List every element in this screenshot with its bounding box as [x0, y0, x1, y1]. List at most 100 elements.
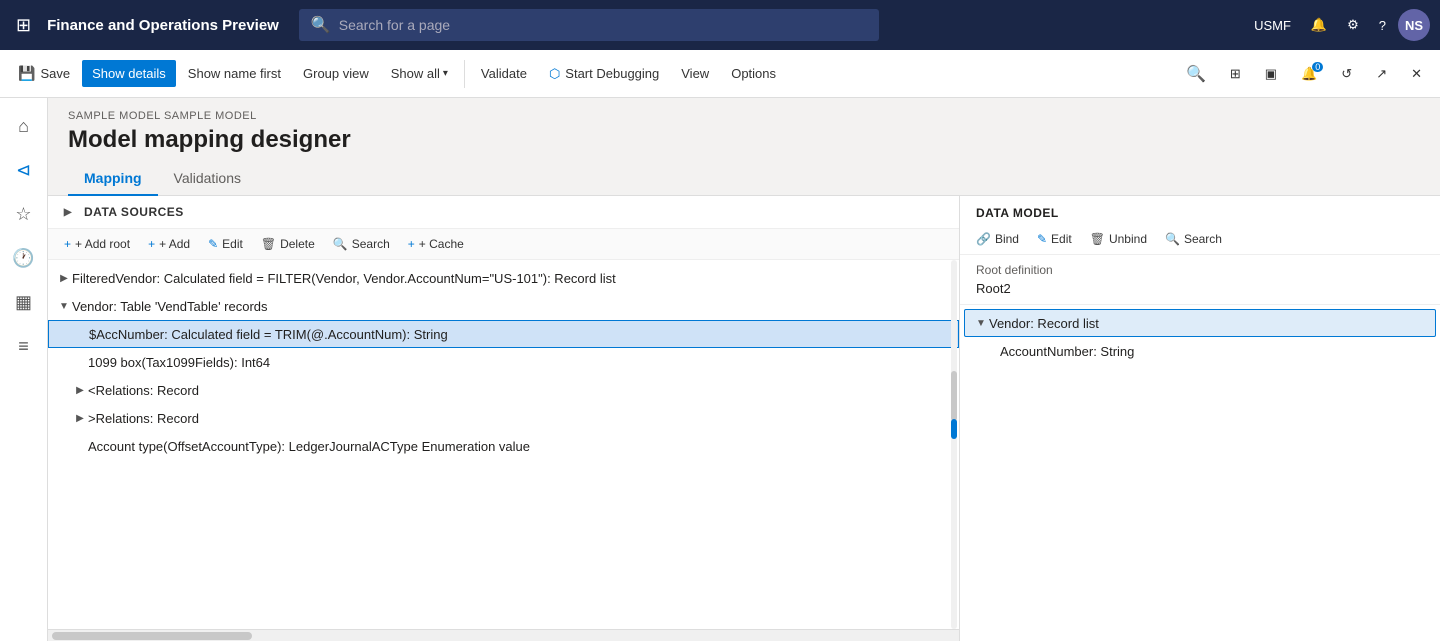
main-layout: ⌂ ⊲ ☆ 🕐 ▦ ≡ SAMPLE MODEL SAMPLE MODEL Mo…: [0, 98, 1440, 641]
nav-right: USMF 🔔 ⚙ ? NS: [1246, 9, 1430, 41]
dm-search-icon: 🔍: [1165, 232, 1180, 246]
data-sources-header: ▶ DATA SOURCES: [48, 196, 959, 229]
cache-icon: +: [408, 237, 415, 251]
add-button[interactable]: + + Add: [140, 233, 198, 255]
delete-icon: 🗑: [261, 237, 276, 251]
tree-item-relations-less[interactable]: ▶ <Relations: Record: [48, 376, 959, 404]
data-sources-toolbar: + + Add root + + Add ✎ Edit 🗑 Delete: [48, 229, 959, 260]
toolbar-external-link-icon[interactable]: ↗: [1366, 60, 1397, 88]
nav-search-icon: 🔍: [311, 15, 331, 35]
chevron-down-icon: ▾: [443, 68, 448, 79]
vendor-text: Vendor: Table 'VendTable' records: [72, 299, 951, 314]
validate-button[interactable]: Validate: [471, 60, 537, 87]
bind-icon: 🔗: [976, 232, 991, 246]
horizontal-scrollbar[interactable]: [48, 629, 959, 641]
sidebar-home-icon[interactable]: ⌂: [4, 106, 44, 146]
vertical-scrollbar[interactable]: [951, 260, 957, 629]
help-icon[interactable]: ?: [1371, 12, 1394, 39]
dm-toggle-vendor[interactable]: ▼: [973, 315, 989, 331]
cache-button[interactable]: + + Cache: [400, 233, 472, 255]
delete-button[interactable]: 🗑 Delete: [253, 233, 323, 255]
save-button[interactable]: 💾 Save: [8, 59, 80, 88]
data-model-panel: DATA MODEL 🔗 Bind ✎ Edit 🗑 Unbind: [960, 196, 1440, 641]
dm-edit-button[interactable]: ✎ Edit: [1029, 228, 1080, 250]
left-sidebar: ⌂ ⊲ ☆ 🕐 ▦ ≡: [0, 98, 48, 641]
nav-search-box[interactable]: 🔍: [299, 9, 879, 41]
relations-greater-text: >Relations: Record: [88, 411, 951, 426]
sidebar-recent-icon[interactable]: 🕐: [4, 238, 44, 278]
toolbar-badge-icon[interactable]: 🔔 0: [1291, 60, 1327, 88]
show-all-label: Show all: [391, 66, 440, 81]
toolbar-side-icon[interactable]: ▣: [1255, 60, 1287, 88]
show-name-first-button[interactable]: Show name first: [178, 60, 291, 87]
data-model-tree[interactable]: ▼ Vendor: Record list AccountNumber: Str…: [960, 305, 1440, 641]
user-initials: NS: [1405, 18, 1423, 33]
nav-search-input[interactable]: [339, 17, 867, 33]
toggle-filtered-vendor[interactable]: ▶: [56, 270, 72, 286]
grid-icon[interactable]: ⊞: [10, 9, 37, 42]
bind-button[interactable]: 🔗 Bind: [968, 228, 1027, 250]
toggle-vendor[interactable]: ▼: [56, 298, 72, 314]
search-button[interactable]: 🔍 Search: [325, 233, 398, 255]
edit-button[interactable]: ✎ Edit: [200, 233, 251, 255]
settings-icon[interactable]: ⚙: [1339, 11, 1367, 39]
scroll-thumb: [951, 371, 957, 421]
top-navigation: ⊞ Finance and Operations Preview 🔍 USMF …: [0, 0, 1440, 50]
add-root-icon: +: [64, 237, 71, 251]
toolbar-grid-icon[interactable]: ⊞: [1220, 60, 1251, 88]
app-title: Finance and Operations Preview: [47, 17, 279, 34]
toggle-relations-less[interactable]: ▶: [72, 382, 88, 398]
save-label: Save: [40, 66, 70, 81]
page-title: Model mapping designer: [68, 126, 1420, 154]
data-sources-tree[interactable]: ▶ FilteredVendor: Calculated field = FIL…: [48, 260, 959, 629]
add-root-button[interactable]: + + Add root: [56, 233, 138, 255]
edit-icon: ✎: [208, 237, 218, 251]
options-button[interactable]: Options: [721, 60, 786, 87]
notification-icon[interactable]: 🔔: [1303, 11, 1335, 39]
start-debugging-button[interactable]: ⬡ Start Debugging: [539, 60, 669, 88]
tab-validations[interactable]: Validations: [158, 162, 257, 196]
tree-item-tax1099[interactable]: 1099 box(Tax1099Fields): Int64: [48, 348, 959, 376]
panel-collapse-button[interactable]: ▶: [60, 204, 76, 220]
group-view-button[interactable]: Group view: [293, 60, 379, 87]
panels-container: ▶ DATA SOURCES + + Add root + + Add ✎ Ed…: [48, 196, 1440, 641]
data-sources-panel: ▶ DATA SOURCES + + Add root + + Add ✎ Ed…: [48, 196, 960, 641]
show-all-button[interactable]: Show all ▾: [381, 60, 458, 87]
add-icon: +: [148, 237, 155, 251]
sidebar-list-icon[interactable]: ≡: [4, 326, 44, 366]
root-def-value: Root2: [976, 281, 1424, 296]
user-avatar[interactable]: NS: [1398, 9, 1430, 41]
toolbar-search-icon[interactable]: 🔍: [1176, 58, 1216, 90]
group-view-label: Group view: [303, 66, 369, 81]
tax1099-text: 1099 box(Tax1099Fields): Int64: [88, 355, 951, 370]
unbind-button[interactable]: 🗑 Unbind: [1082, 228, 1155, 250]
h-scroll-thumb: [52, 632, 252, 640]
sidebar-favorites-icon[interactable]: ☆: [4, 194, 44, 234]
debug-icon: ⬡: [549, 66, 560, 82]
sidebar-filter-icon[interactable]: ⊲: [4, 150, 44, 190]
tree-item-relations-greater[interactable]: ▶ >Relations: Record: [48, 404, 959, 432]
show-details-label: Show details: [92, 66, 166, 81]
toolbar-close-icon[interactable]: ✕: [1401, 60, 1432, 88]
show-details-button[interactable]: Show details: [82, 60, 176, 87]
view-button[interactable]: View: [671, 60, 719, 87]
dm-search-button[interactable]: 🔍 Search: [1157, 228, 1230, 250]
sidebar-workspace-icon[interactable]: ▦: [4, 282, 44, 322]
tree-item-acc-number[interactable]: $AccNumber: Calculated field = TRIM(@.Ac…: [48, 320, 959, 348]
toolbar-refresh-icon[interactable]: ↺: [1331, 60, 1362, 88]
scroll-active-thumb: [951, 419, 957, 439]
options-label: Options: [731, 66, 776, 81]
dm-tree-item-vendor[interactable]: ▼ Vendor: Record list: [964, 309, 1436, 337]
dm-tree-item-account-number[interactable]: AccountNumber: String: [960, 337, 1440, 365]
toggle-relations-greater[interactable]: ▶: [72, 410, 88, 426]
tree-item-vendor[interactable]: ▼ Vendor: Table 'VendTable' records: [48, 292, 959, 320]
root-definition-section: Root definition Root2: [960, 255, 1440, 305]
tree-item-account-type[interactable]: Account type(OffsetAccountType): LedgerJ…: [48, 432, 959, 460]
filtered-vendor-text: FilteredVendor: Calculated field = FILTE…: [72, 271, 951, 286]
tree-item-filtered-vendor[interactable]: ▶ FilteredVendor: Calculated field = FIL…: [48, 264, 959, 292]
tab-mapping[interactable]: Mapping: [68, 162, 158, 196]
content-area: SAMPLE MODEL SAMPLE MODEL Model mapping …: [48, 98, 1440, 641]
dm-account-number-text: AccountNumber: String: [1000, 344, 1432, 359]
account-type-text: Account type(OffsetAccountType): LedgerJ…: [88, 439, 951, 454]
user-company: USMF: [1246, 12, 1299, 39]
